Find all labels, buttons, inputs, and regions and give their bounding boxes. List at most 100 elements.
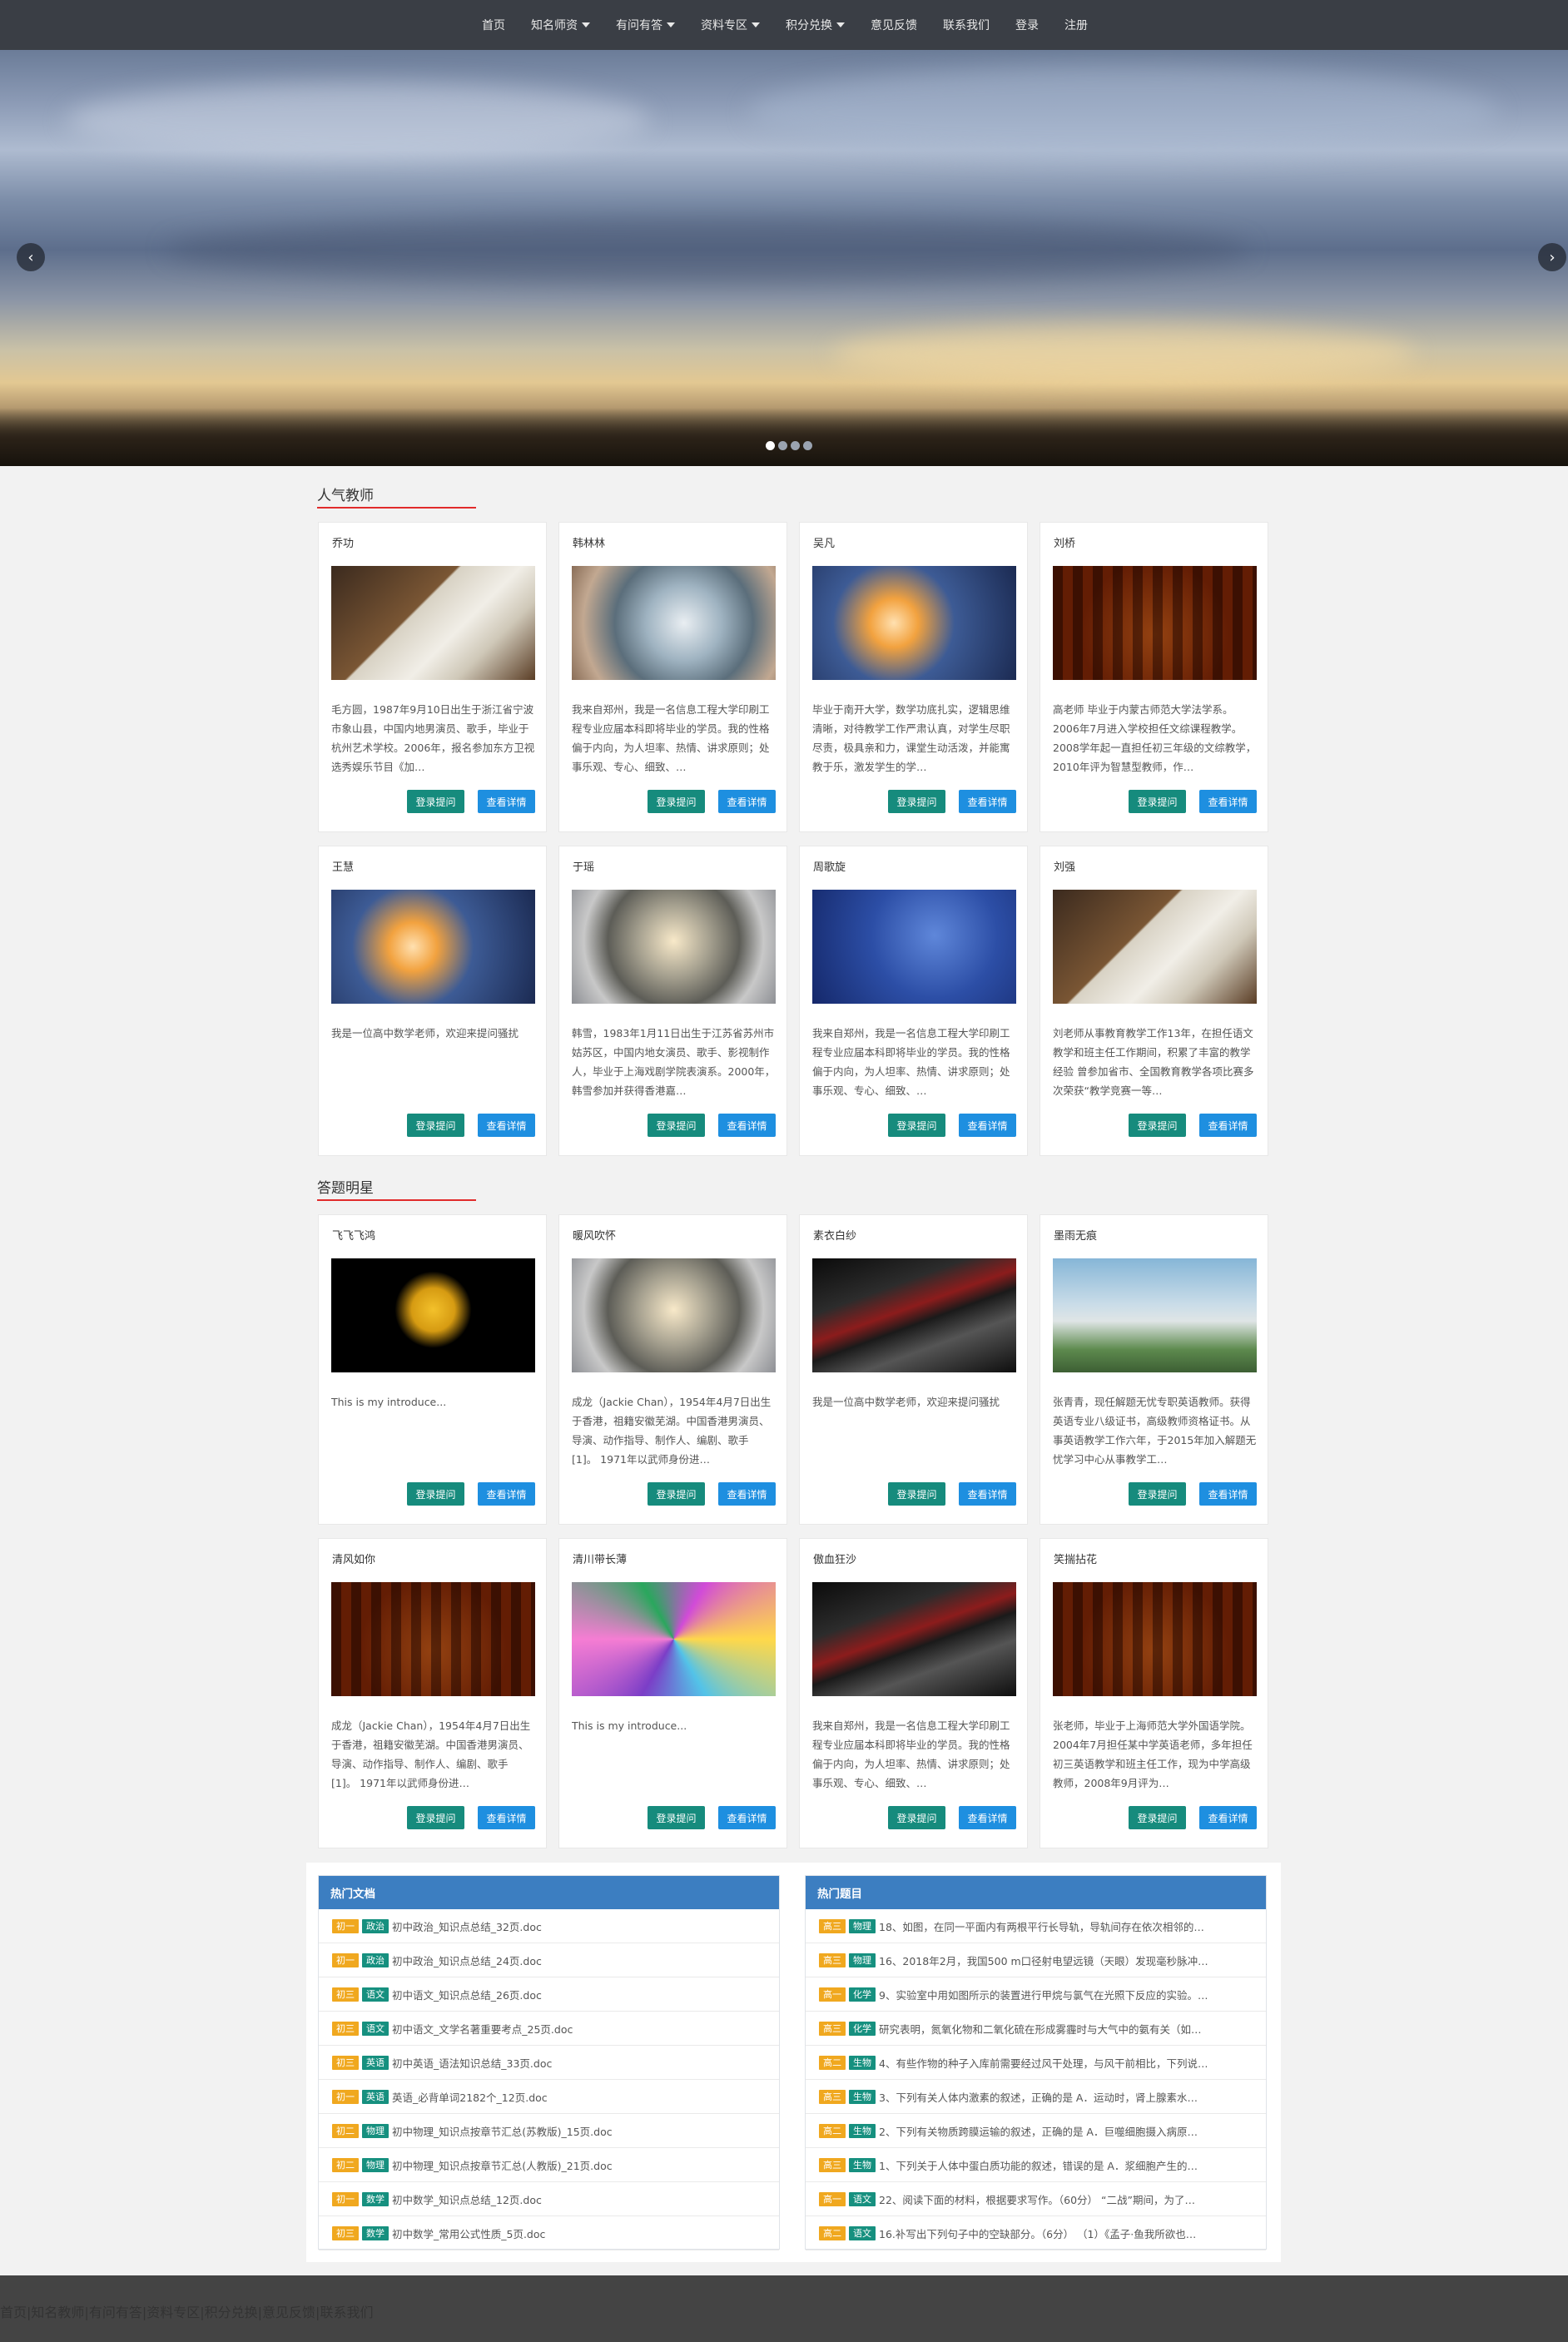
- login-ask-button[interactable]: 登录提问: [648, 790, 705, 813]
- login-ask-button[interactable]: 登录提问: [888, 1114, 945, 1137]
- view-details-button[interactable]: 查看详情: [959, 1482, 1016, 1506]
- profile-name[interactable]: 于瑶: [573, 858, 594, 874]
- login-ask-button[interactable]: 登录提问: [407, 1482, 464, 1506]
- list-item-title[interactable]: 22、阅读下面的材料，根据要求写作。（60分） “二战”期间，为了…: [879, 2191, 1245, 2207]
- login-ask-button[interactable]: 登录提问: [888, 1806, 945, 1829]
- profile-name[interactable]: 周歌旋: [813, 858, 846, 874]
- list-item-title[interactable]: 9、实验室中用如图所示的装置进行甲烷与氯气在光照下反应的实验。…: [879, 1987, 1245, 2002]
- login-ask-button[interactable]: 登录提问: [1129, 1806, 1186, 1829]
- profile-image[interactable]: [331, 1582, 535, 1696]
- carousel-dot[interactable]: [778, 441, 787, 450]
- list-item-title[interactable]: 初中数学_常用公式性质_5页.doc: [392, 2225, 758, 2241]
- login-ask-button[interactable]: 登录提问: [648, 1806, 705, 1829]
- list-item-title[interactable]: 18、如图，在同一平面内有两根平行长导轨，导轨间存在依次相邻的…: [879, 1918, 1245, 1934]
- list-item[interactable]: 高三 生物 3、下列有关人体内激素的叙述，正确的是 A．运动时，肾上腺素水…: [806, 2080, 1266, 2114]
- login-ask-button[interactable]: 登录提问: [1129, 790, 1186, 813]
- list-item-title[interactable]: 初中政治_知识点总结_32页.doc: [392, 1918, 758, 1934]
- list-item[interactable]: 初一 数学 初中数学_知识点总结_12页.doc: [319, 2182, 779, 2216]
- footer-link[interactable]: 意见反馈: [262, 2305, 315, 2320]
- profile-name[interactable]: 吴凡: [813, 534, 835, 550]
- list-item-title[interactable]: 初中数学_知识点总结_12页.doc: [392, 2191, 758, 2207]
- nav-item[interactable]: 注册: [1064, 17, 1088, 33]
- nav-item[interactable]: 资料专区: [701, 17, 760, 33]
- profile-name[interactable]: 暖风吹怀: [573, 1227, 616, 1243]
- list-item[interactable]: 高三 物理 16、2018年2月，我国500 m口径射电望远镜（天眼）发现毫秒脉冲…: [806, 1943, 1266, 1977]
- view-details-button[interactable]: 查看详情: [1199, 1482, 1257, 1506]
- login-ask-button[interactable]: 登录提问: [407, 1806, 464, 1829]
- list-item[interactable]: 初一 政治 初中政治_知识点总结_24页.doc: [319, 1943, 779, 1977]
- profile-name[interactable]: 清川带长薄: [573, 1551, 627, 1566]
- profile-name[interactable]: 飞飞飞鸿: [332, 1227, 375, 1243]
- list-item[interactable]: 高二 生物 2、下列有关物质跨膜运输的叙述，正确的是 A．巨噬细胞摄入病原…: [806, 2114, 1266, 2148]
- list-item[interactable]: 初二 物理 初中物理_知识点按章节汇总(人教版)_21页.doc: [319, 2148, 779, 2182]
- profile-image[interactable]: [812, 1582, 1016, 1696]
- list-item[interactable]: 初一 英语 英语_必背单词2182个_12页.doc: [319, 2080, 779, 2114]
- footer-link[interactable]: 联系我们: [320, 2305, 373, 2320]
- profile-image[interactable]: [572, 1582, 776, 1696]
- profile-image[interactable]: [331, 890, 535, 1004]
- login-ask-button[interactable]: 登录提问: [888, 1482, 945, 1506]
- login-ask-button[interactable]: 登录提问: [1129, 1482, 1186, 1506]
- profile-name[interactable]: 墨雨无痕: [1054, 1227, 1097, 1243]
- login-ask-button[interactable]: 登录提问: [1129, 1114, 1186, 1137]
- view-details-button[interactable]: 查看详情: [718, 1806, 776, 1829]
- login-ask-button[interactable]: 登录提问: [407, 790, 464, 813]
- nav-item[interactable]: 联系我们: [943, 17, 990, 33]
- list-item-title[interactable]: 2、下列有关物质跨膜运输的叙述，正确的是 A．巨噬细胞摄入病原…: [879, 2123, 1245, 2139]
- carousel-dot[interactable]: [803, 441, 812, 450]
- profile-name[interactable]: 韩林林: [573, 534, 605, 550]
- profile-image[interactable]: [1053, 1582, 1257, 1696]
- view-details-button[interactable]: 查看详情: [478, 1482, 535, 1506]
- view-details-button[interactable]: 查看详情: [1199, 1114, 1257, 1137]
- view-details-button[interactable]: 查看详情: [1199, 790, 1257, 813]
- profile-name[interactable]: 傲血狂沙: [813, 1551, 856, 1566]
- footer-link[interactable]: 知名教师: [31, 2305, 84, 2320]
- list-item[interactable]: 高二 生物 4、有些作物的种子入库前需要经过风干处理，与风干前相比，下列说…: [806, 2046, 1266, 2080]
- footer-link[interactable]: 首页: [0, 2305, 27, 2320]
- profile-image[interactable]: [1053, 1258, 1257, 1372]
- view-details-button[interactable]: 查看详情: [478, 1806, 535, 1829]
- view-details-button[interactable]: 查看详情: [478, 1114, 535, 1137]
- list-item-title[interactable]: 初中政治_知识点总结_24页.doc: [392, 1952, 758, 1968]
- login-ask-button[interactable]: 登录提问: [407, 1114, 464, 1137]
- profile-name[interactable]: 素衣白纱: [813, 1227, 856, 1243]
- list-item[interactable]: 高二 语文 16.补写出下列句子中的空缺部分。（6分） （1）《孟子·鱼我所欲也…: [806, 2216, 1266, 2250]
- profile-image[interactable]: [331, 1258, 535, 1372]
- list-item[interactable]: 高一 语文 22、阅读下面的材料，根据要求写作。（60分） “二战”期间，为了…: [806, 2182, 1266, 2216]
- carousel-dot[interactable]: [766, 441, 775, 450]
- hero-carousel[interactable]: [0, 50, 1568, 466]
- profile-image[interactable]: [1053, 566, 1257, 680]
- login-ask-button[interactable]: 登录提问: [888, 790, 945, 813]
- list-item[interactable]: 高一 化学 9、实验室中用如图所示的装置进行甲烷与氯气在光照下反应的实验。…: [806, 1977, 1266, 2012]
- list-item-title[interactable]: 研究表明，氮氧化物和二氧化硫在形成雾霾时与大气中的氨有关（如…: [879, 2021, 1245, 2037]
- list-item-title[interactable]: 初中物理_知识点按章节汇总(苏教版)_15页.doc: [392, 2123, 758, 2139]
- nav-item[interactable]: 知名师资: [531, 17, 590, 33]
- list-item[interactable]: 初三 英语 初中英语_语法知识总结_33页.doc: [319, 2046, 779, 2080]
- footer-link[interactable]: 资料专区: [146, 2305, 200, 2320]
- footer-link[interactable]: 积分兑换: [205, 2305, 258, 2320]
- profile-name[interactable]: 清风如你: [332, 1551, 375, 1566]
- view-details-button[interactable]: 查看详情: [959, 1114, 1016, 1137]
- nav-item[interactable]: 积分兑换: [786, 17, 845, 33]
- login-ask-button[interactable]: 登录提问: [648, 1114, 705, 1137]
- list-item-title[interactable]: 3、下列有关人体内激素的叙述，正确的是 A．运动时，肾上腺素水…: [879, 2089, 1245, 2105]
- profile-image[interactable]: [572, 1258, 776, 1372]
- list-item-title[interactable]: 初中英语_语法知识总结_33页.doc: [392, 2055, 758, 2071]
- list-item-title[interactable]: 16.补写出下列句子中的空缺部分。（6分） （1）《孟子·鱼我所欲也…: [879, 2225, 1245, 2241]
- list-item-title[interactable]: 初中物理_知识点按章节汇总(人教版)_21页.doc: [392, 2157, 758, 2173]
- profile-image[interactable]: [572, 566, 776, 680]
- nav-item[interactable]: 首页: [482, 17, 505, 33]
- profile-image[interactable]: [812, 566, 1016, 680]
- view-details-button[interactable]: 查看详情: [718, 790, 776, 813]
- profile-image[interactable]: [812, 890, 1016, 1004]
- profile-image[interactable]: [1053, 890, 1257, 1004]
- profile-image[interactable]: [572, 890, 776, 1004]
- carousel-next-button[interactable]: ›: [1538, 243, 1566, 271]
- list-item[interactable]: 高三 物理 18、如图，在同一平面内有两根平行长导轨，导轨间存在依次相邻的…: [806, 1909, 1266, 1943]
- list-item[interactable]: 初三 语文 初中语文_知识点总结_26页.doc: [319, 1977, 779, 2012]
- view-details-button[interactable]: 查看详情: [1199, 1806, 1257, 1829]
- view-details-button[interactable]: 查看详情: [959, 790, 1016, 813]
- list-item[interactable]: 初二 物理 初中物理_知识点按章节汇总(苏教版)_15页.doc: [319, 2114, 779, 2148]
- profile-image[interactable]: [331, 566, 535, 680]
- list-item[interactable]: 高三 化学 研究表明，氮氧化物和二氧化硫在形成雾霾时与大气中的氨有关（如…: [806, 2012, 1266, 2046]
